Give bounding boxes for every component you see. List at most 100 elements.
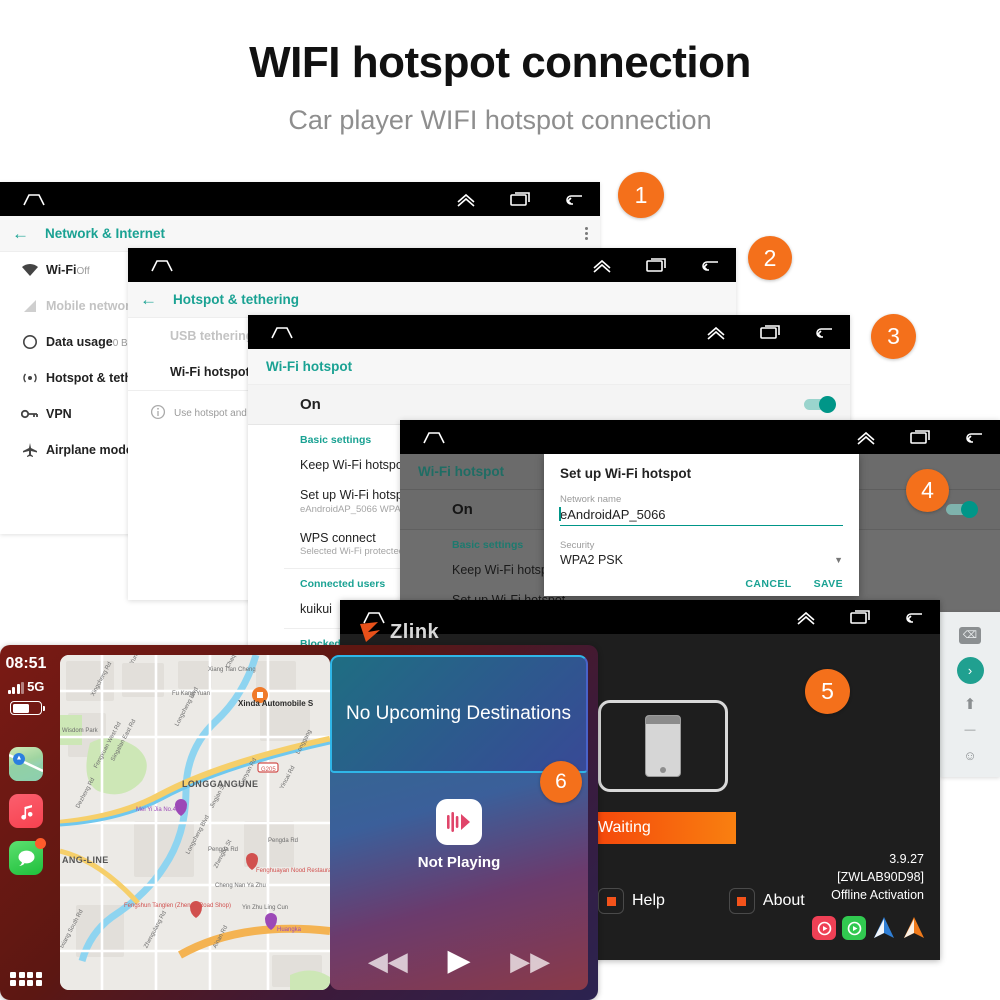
map-label: Huangka xyxy=(277,927,302,933)
step-badge-1: 1 xyxy=(618,172,664,218)
save-button[interactable]: SAVE xyxy=(814,578,843,590)
destinations-card[interactable]: No Upcoming Destinations xyxy=(330,655,588,773)
hotspot-toggle[interactable] xyxy=(946,501,978,518)
app-bar-title: Wi-Fi hotspot xyxy=(266,359,353,374)
chevron-up-icon[interactable] xyxy=(454,190,478,208)
network-name-input[interactable]: eAndroidAP_5066 xyxy=(559,507,843,526)
carplay-red-icon[interactable] xyxy=(812,916,836,940)
chevron-up-icon[interactable] xyxy=(590,256,614,274)
zlink-status-button[interactable]: Waiting xyxy=(576,812,736,844)
messages-icon[interactable] xyxy=(9,838,46,875)
about-icon xyxy=(728,888,755,914)
hotspot-toggle[interactable] xyxy=(804,396,836,413)
about-label: About xyxy=(762,892,805,909)
app-bar: ← Hotspot & tethering xyxy=(128,282,736,318)
hotspot-icon xyxy=(14,370,46,386)
map-label: Wisdom Park xyxy=(62,728,98,734)
signal-icon xyxy=(14,299,46,313)
home-icon[interactable] xyxy=(270,326,294,339)
data-usage-icon xyxy=(14,334,46,350)
maps-icon[interactable] xyxy=(9,747,43,781)
overflow-menu-icon[interactable] xyxy=(585,227,588,240)
wifi-icon xyxy=(14,263,46,277)
dialog-title: Set up Wi-Fi hotspot xyxy=(560,466,692,481)
destinations-label: No Upcoming Destinations xyxy=(346,703,571,724)
app-bar-title: Network & Internet xyxy=(45,226,166,241)
now-playing-label: Not Playing xyxy=(417,854,501,871)
app-bar: Wi-Fi hotspot xyxy=(248,349,850,385)
recents-icon[interactable] xyxy=(758,323,782,341)
row-title: Data usage xyxy=(46,335,113,349)
app-grid-icon[interactable] xyxy=(10,971,42,986)
version-number: 3.9.27 xyxy=(889,851,924,866)
zlink-help-button[interactable]: Help xyxy=(598,888,665,914)
map-label: ANG-LINE xyxy=(62,855,109,865)
security-select[interactable]: WPA2 PSK ▼ xyxy=(560,553,843,567)
chevron-up-icon[interactable] xyxy=(794,608,818,626)
signal-bars-icon xyxy=(7,682,25,694)
autolink-green-icon[interactable] xyxy=(842,916,866,940)
airplane-icon xyxy=(14,442,46,458)
play-icon[interactable]: ▶ xyxy=(447,946,470,976)
carplay-map[interactable]: Xiang Tian Cheng Fu Kang Yuan Xinda Automo… xyxy=(60,655,330,990)
back-icon[interactable] xyxy=(902,608,926,626)
zlink-logo: Zlink xyxy=(358,620,439,644)
chevron-down-icon[interactable]: ▼ xyxy=(834,555,843,565)
map-label: Yin Zhu Ling Cun xyxy=(242,905,289,911)
android-status-bar xyxy=(0,182,600,216)
row-title: VPN xyxy=(46,407,72,421)
minus-icon[interactable]: — xyxy=(965,725,976,736)
fast-forward-icon[interactable]: ▶▶ xyxy=(510,948,550,974)
step-badge-2: 2 xyxy=(748,236,792,280)
recents-icon[interactable] xyxy=(908,428,932,446)
row-title: Wi-Fi xyxy=(46,263,77,277)
security-label: Security xyxy=(560,540,595,551)
home-icon[interactable] xyxy=(422,431,446,444)
android-auto-blue-icon[interactable] xyxy=(872,916,896,940)
back-icon[interactable] xyxy=(562,190,586,208)
zlink-mark-icon xyxy=(360,622,380,642)
backspace-icon[interactable]: ⌫ xyxy=(959,626,981,644)
zlink-app-name: Zlink xyxy=(390,620,440,643)
home-icon[interactable] xyxy=(22,193,46,206)
info-icon xyxy=(142,404,174,420)
recents-icon[interactable] xyxy=(508,190,532,208)
app-bar-title: Wi-Fi hotspot xyxy=(418,464,505,479)
hotspot-state-label: On xyxy=(452,501,473,518)
android-auto-orange-icon[interactable] xyxy=(902,916,926,940)
map-label: Fengshun Tanglen (Zhenpu Road Shop) xyxy=(124,903,231,909)
phone-icon xyxy=(645,715,681,777)
back-arrow-icon[interactable]: ← xyxy=(140,291,157,308)
zlink-app-shortcuts xyxy=(812,916,926,940)
android-status-bar xyxy=(400,420,1000,454)
back-arrow-icon[interactable]: ← xyxy=(12,225,29,242)
keyboard-side-strip: ⌫ › ⬆ — ☺ xyxy=(940,612,1000,777)
recents-icon[interactable] xyxy=(848,608,872,626)
emoji-icon[interactable]: ☺ xyxy=(963,749,976,762)
back-icon[interactable] xyxy=(698,256,722,274)
home-icon[interactable] xyxy=(150,259,174,272)
map-label: Pengda Rd xyxy=(268,838,299,844)
back-icon[interactable] xyxy=(962,428,986,446)
enter-arrow-icon[interactable]: › xyxy=(956,656,984,684)
shift-up-icon[interactable]: ⬆ xyxy=(964,697,977,712)
zlink-version-block: 3.9.27 [ZWLAB90D98] Offline Activation xyxy=(831,850,924,904)
map-label: Mei Yi Jia No.4237 xyxy=(136,807,187,813)
back-icon[interactable] xyxy=(812,323,836,341)
now-playing-card[interactable]: Not Playing ◀◀ ▶ ▶▶ xyxy=(330,773,588,990)
chevron-up-icon[interactable] xyxy=(854,428,878,446)
carplay-sidebar: 08:51 5G xyxy=(0,645,52,1000)
activation-status: Offline Activation xyxy=(831,887,924,902)
music-icon[interactable] xyxy=(9,794,43,828)
zlink-about-button[interactable]: About xyxy=(728,888,805,914)
help-icon xyxy=(598,888,624,914)
panel-carplay-home: 08:51 5G Xiang Tian Cheng Fu Kang Yuan X… xyxy=(0,645,598,1000)
music-app-icon xyxy=(436,799,482,845)
security-value: WPA2 PSK xyxy=(560,553,623,567)
chevron-up-icon[interactable] xyxy=(704,323,728,341)
rewind-icon[interactable]: ◀◀ xyxy=(368,948,408,974)
hotspot-toggle-row[interactable]: On xyxy=(248,385,850,425)
recents-icon[interactable] xyxy=(644,256,668,274)
cancel-button[interactable]: CANCEL xyxy=(745,578,791,590)
map-label: Fenghuayan Nood Restaurant xyxy=(256,868,330,874)
